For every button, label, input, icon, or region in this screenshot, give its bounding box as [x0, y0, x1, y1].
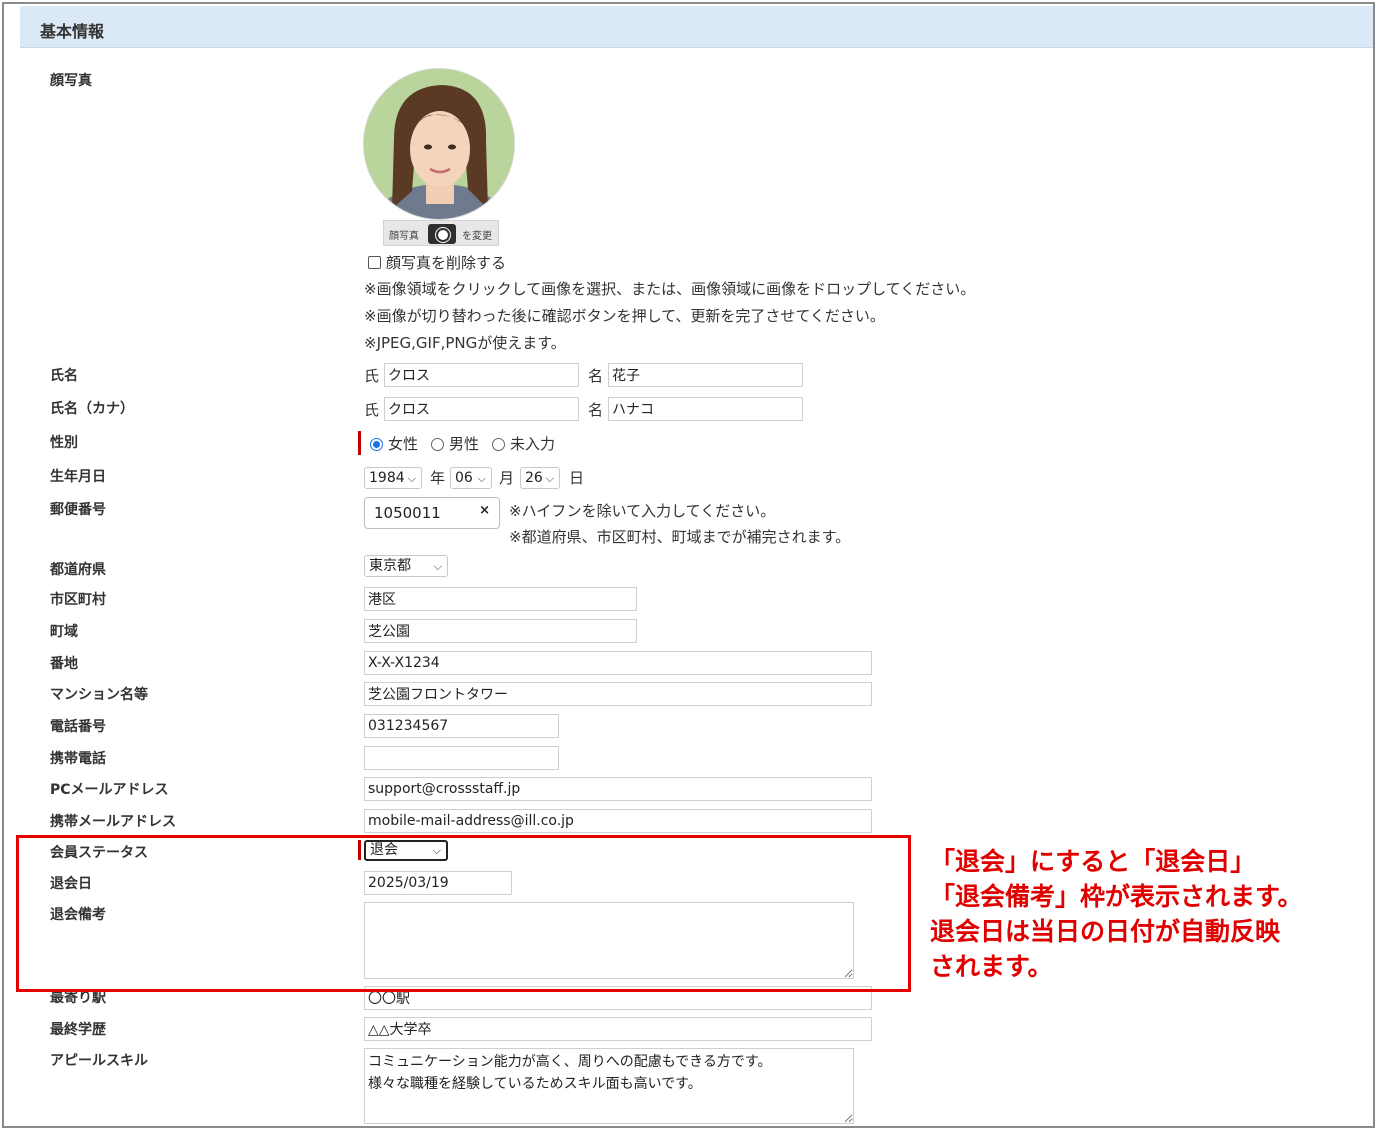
kana-last-prefix: 氏	[364, 401, 380, 419]
gender-label-unset: 未入力	[510, 435, 556, 453]
label-town: 町域	[50, 624, 78, 640]
name-last-prefix: 氏	[364, 367, 380, 385]
gender-radio-female[interactable]	[370, 438, 383, 451]
section-header: 基本情報	[20, 6, 1373, 48]
delete-photo-checkbox[interactable]	[368, 256, 381, 269]
month-unit: 月	[499, 469, 515, 487]
label-phone: 電話番号	[50, 719, 106, 735]
mobile-email-input[interactable]	[364, 809, 872, 833]
birth-month-select[interactable]: 06 ⌵	[450, 467, 492, 489]
chevron-down-icon: ⌵	[433, 560, 442, 573]
birth-month-value: 06	[455, 470, 473, 486]
annotation-line-3: 退会日は当日の日付が自動反映	[930, 917, 1281, 946]
gender-label-female: 女性	[388, 435, 419, 453]
last-name-input[interactable]	[384, 363, 579, 387]
member-basic-info-form: 基本情報 顔写真 顔写真 を変更 顔写真を削除する ※画像領域をクリックして画像…	[2, 2, 1375, 1128]
education-input[interactable]	[364, 1017, 872, 1041]
label-name: 氏名	[50, 368, 78, 384]
photo-note-1: ※画像領域をクリックして画像を選択、または、画像領域に画像をドロップしてください…	[364, 280, 976, 298]
label-photo: 顔写真	[50, 73, 92, 89]
label-mobile-email: 携帯メールアドレス	[50, 814, 176, 830]
camera-icon	[428, 224, 456, 244]
label-name-kana: 氏名（カナ）	[50, 401, 134, 417]
birth-day-value: 26	[525, 470, 543, 486]
kana-first-prefix: 名	[588, 401, 604, 419]
gender-label-male: 男性	[449, 435, 480, 453]
label-prefecture: 都道府県	[50, 562, 106, 578]
prefecture-value: 東京都	[369, 558, 411, 574]
postal-code-value: 1050011	[374, 504, 441, 522]
label-birthdate: 生年月日	[50, 469, 106, 485]
label-pc-email: PCメールアドレス	[50, 782, 169, 798]
prefecture-select[interactable]: 東京都 ⌵	[364, 555, 448, 577]
chevron-down-icon: ⌵	[545, 472, 554, 485]
birth-year-value: 1984	[369, 470, 405, 486]
birth-year-select[interactable]: 1984 ⌵	[364, 467, 422, 489]
photo-note-3: ※JPEG,GIF,PNGが使えます。	[364, 334, 566, 352]
label-city: 市区町村	[50, 592, 106, 608]
gender-radio-unset[interactable]	[492, 438, 505, 451]
mobile-input[interactable]	[364, 746, 559, 770]
first-name-input[interactable]	[608, 363, 803, 387]
delete-photo-label: 顔写真を削除する	[386, 254, 507, 272]
label-building: マンション名等	[50, 687, 148, 703]
chevron-down-icon: ⌵	[477, 472, 486, 485]
required-indicator	[358, 431, 361, 455]
pc-email-input[interactable]	[364, 777, 872, 801]
postal-note-2: ※都道府県、市区町村、町域までが補完されます。	[509, 528, 851, 546]
label-address-number: 番地	[50, 656, 78, 672]
phone-input[interactable]	[364, 714, 559, 738]
year-unit: 年	[430, 469, 446, 487]
postal-code-input[interactable]: 1050011 ×	[364, 497, 500, 529]
address-number-input[interactable]	[364, 651, 872, 675]
label-mobile: 携帯電話	[50, 751, 106, 767]
last-name-kana-input[interactable]	[384, 397, 579, 421]
label-postal-code: 郵便番号	[50, 502, 106, 518]
label-appeal-skill: アピールスキル	[50, 1053, 148, 1069]
annotation-line-4: されます。	[930, 952, 1053, 981]
building-input[interactable]	[364, 682, 872, 706]
town-input[interactable]	[364, 619, 637, 643]
section-title: 基本情報	[40, 22, 105, 41]
label-education: 最終学歴	[50, 1022, 106, 1038]
change-photo-button[interactable]: 顔写真 を変更	[383, 220, 499, 246]
photo-note-2: ※画像が切り替わった後に確認ボタンを押して、更新を完了させてください。	[364, 307, 885, 325]
change-photo-label-right: を変更	[462, 231, 492, 242]
name-first-prefix: 名	[588, 367, 604, 385]
annotation-line-2: 「退会備考」枠が表示されます。	[930, 882, 1303, 911]
highlight-box	[16, 835, 911, 992]
gender-radio-male[interactable]	[431, 438, 444, 451]
annotation-note: 「退会」にすると「退会日」 「退会備考」枠が表示されます。 退会日は当日の日付が…	[930, 844, 1360, 984]
first-name-kana-input[interactable]	[608, 397, 803, 421]
clear-icon[interactable]: ×	[479, 503, 490, 518]
appeal-skill-textarea[interactable]: コミュニケーション能力が高く、周りへの配慮もできる方です。 様々な職種を経験して…	[364, 1048, 854, 1124]
city-input[interactable]	[364, 587, 637, 611]
day-unit: 日	[569, 469, 585, 487]
chevron-down-icon: ⌵	[407, 472, 416, 485]
profile-photo[interactable]	[363, 68, 515, 220]
portrait-image	[364, 69, 514, 219]
change-photo-label-left: 顔写真	[389, 231, 419, 242]
annotation-line-1: 「退会」にすると「退会日」	[930, 847, 1256, 876]
postal-note-1: ※ハイフンを除いて入力してください。	[509, 502, 776, 520]
label-gender: 性別	[50, 435, 78, 451]
birth-day-select[interactable]: 26 ⌵	[520, 467, 560, 489]
